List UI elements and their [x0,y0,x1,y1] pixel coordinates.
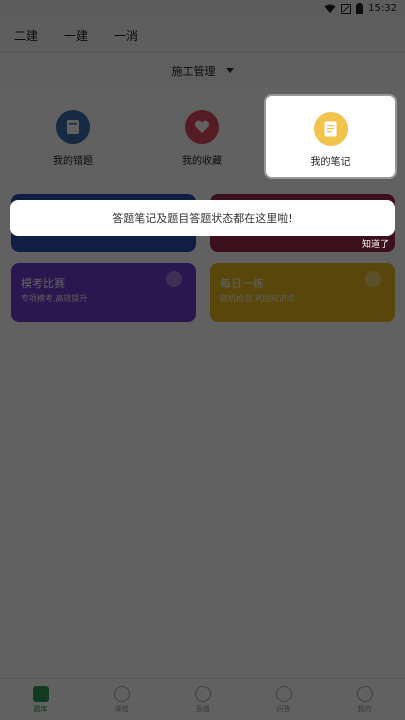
live-icon [194,685,211,702]
favorites-label: 我的收藏 [182,156,222,167]
wifi-icon [324,4,336,14]
bottom-tab-bar: 题库 课程 直播 问答 我的 [0,678,405,720]
battery-icon [356,3,364,14]
tab-live[interactable]: 直播 [162,679,243,720]
wrong-questions-entry[interactable]: 我的错题 [8,96,138,176]
daily-practice-subtitle: 随机检测,巩固知识点 [220,294,295,303]
tab-label: 直播 [195,704,210,713]
wrong-questions-label: 我的错题 [53,156,93,167]
signal-icon [341,3,352,14]
tab-courses[interactable]: 课程 [81,679,162,720]
favorites-entry[interactable]: 我的收藏 [137,96,267,176]
exam-tab-2[interactable]: 一建 [64,27,88,44]
exam-tab-3[interactable]: 一消 [114,27,138,44]
mock-exam-title: 模考比赛 [21,277,65,290]
chevron-down-icon [225,68,234,73]
status-bar: 15:32 [0,0,405,18]
tab-question-bank[interactable]: 题库 [0,679,81,720]
note-icon [313,112,348,146]
mock-exam-card[interactable]: 模考比赛 专项模考,高效提升 [11,263,196,322]
tab-label: 问答 [276,704,291,713]
notes-entry-highlight[interactable]: 我的笔记 [266,96,395,177]
book-icon [56,110,90,144]
clock-text: 15:32 [368,3,397,14]
tab-label: 我的 [357,704,372,713]
guide-tooltip: 答题笔记及题目答题状态都在这里啦! [10,200,395,236]
guide-tooltip-text: 答题笔记及题目答题状态都在这里啦! [112,212,293,225]
exam-tab-1[interactable]: 二建 [14,27,38,44]
exam-nav: 二建 一建 一消 [0,18,405,52]
trophy-icon [166,271,182,287]
daily-practice-title: 每日一练 [220,277,264,290]
tab-profile[interactable]: 我的 [324,679,405,720]
daily-practice-card[interactable]: 每日一练 随机检测,巩固知识点 [210,263,395,322]
tab-label: 题库 [33,704,48,713]
mock-exam-subtitle: 专项模考,高效提升 [21,294,88,303]
user-icon [356,685,373,702]
tab-label: 课程 [114,704,129,713]
subject-selector[interactable]: 施工管理 [0,52,405,88]
tab-qa[interactable]: 问答 [243,679,324,720]
calendar-icon [365,271,381,287]
pencil-icon [32,685,49,702]
play-icon [113,685,130,702]
heart-icon [185,110,219,144]
chat-icon [275,685,292,702]
notes-label: 我的笔记 [310,157,351,168]
subject-title: 施工管理 [171,64,216,78]
got-it-button[interactable]: 知道了 [362,237,389,250]
